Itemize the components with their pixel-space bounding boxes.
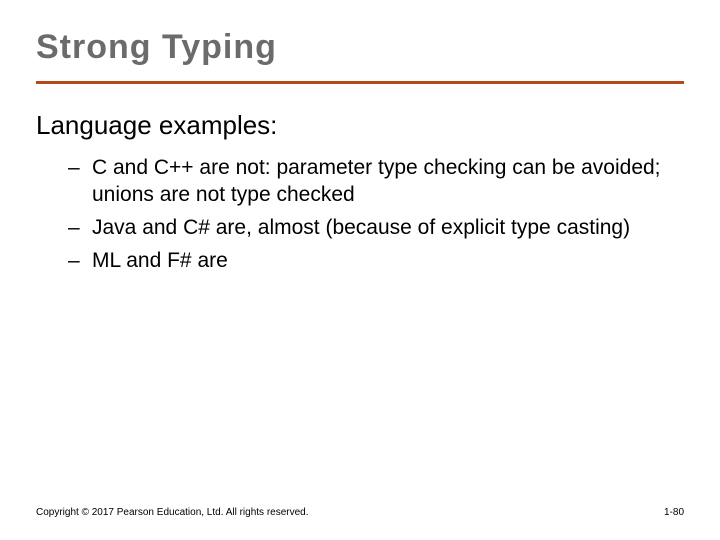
bullet-item: Java and C# are, almost (because of expl… (92, 215, 684, 242)
bullet-item: ML and F# are (92, 248, 684, 275)
slide: Strong Typing Language examples: C and C… (0, 0, 720, 540)
slide-title: Strong Typing (36, 28, 684, 67)
slide-subtitle: Language examples: (36, 110, 684, 141)
bullet-item: C and C++ are not: parameter type checki… (92, 155, 684, 209)
copyright-text: Copyright © 2017 Pearson Education, Ltd.… (36, 507, 309, 518)
page-number: 1-80 (664, 507, 684, 518)
footer: Copyright © 2017 Pearson Education, Ltd.… (36, 507, 684, 518)
title-rule (36, 81, 684, 84)
bullet-list: C and C++ are not: parameter type checki… (36, 155, 684, 275)
